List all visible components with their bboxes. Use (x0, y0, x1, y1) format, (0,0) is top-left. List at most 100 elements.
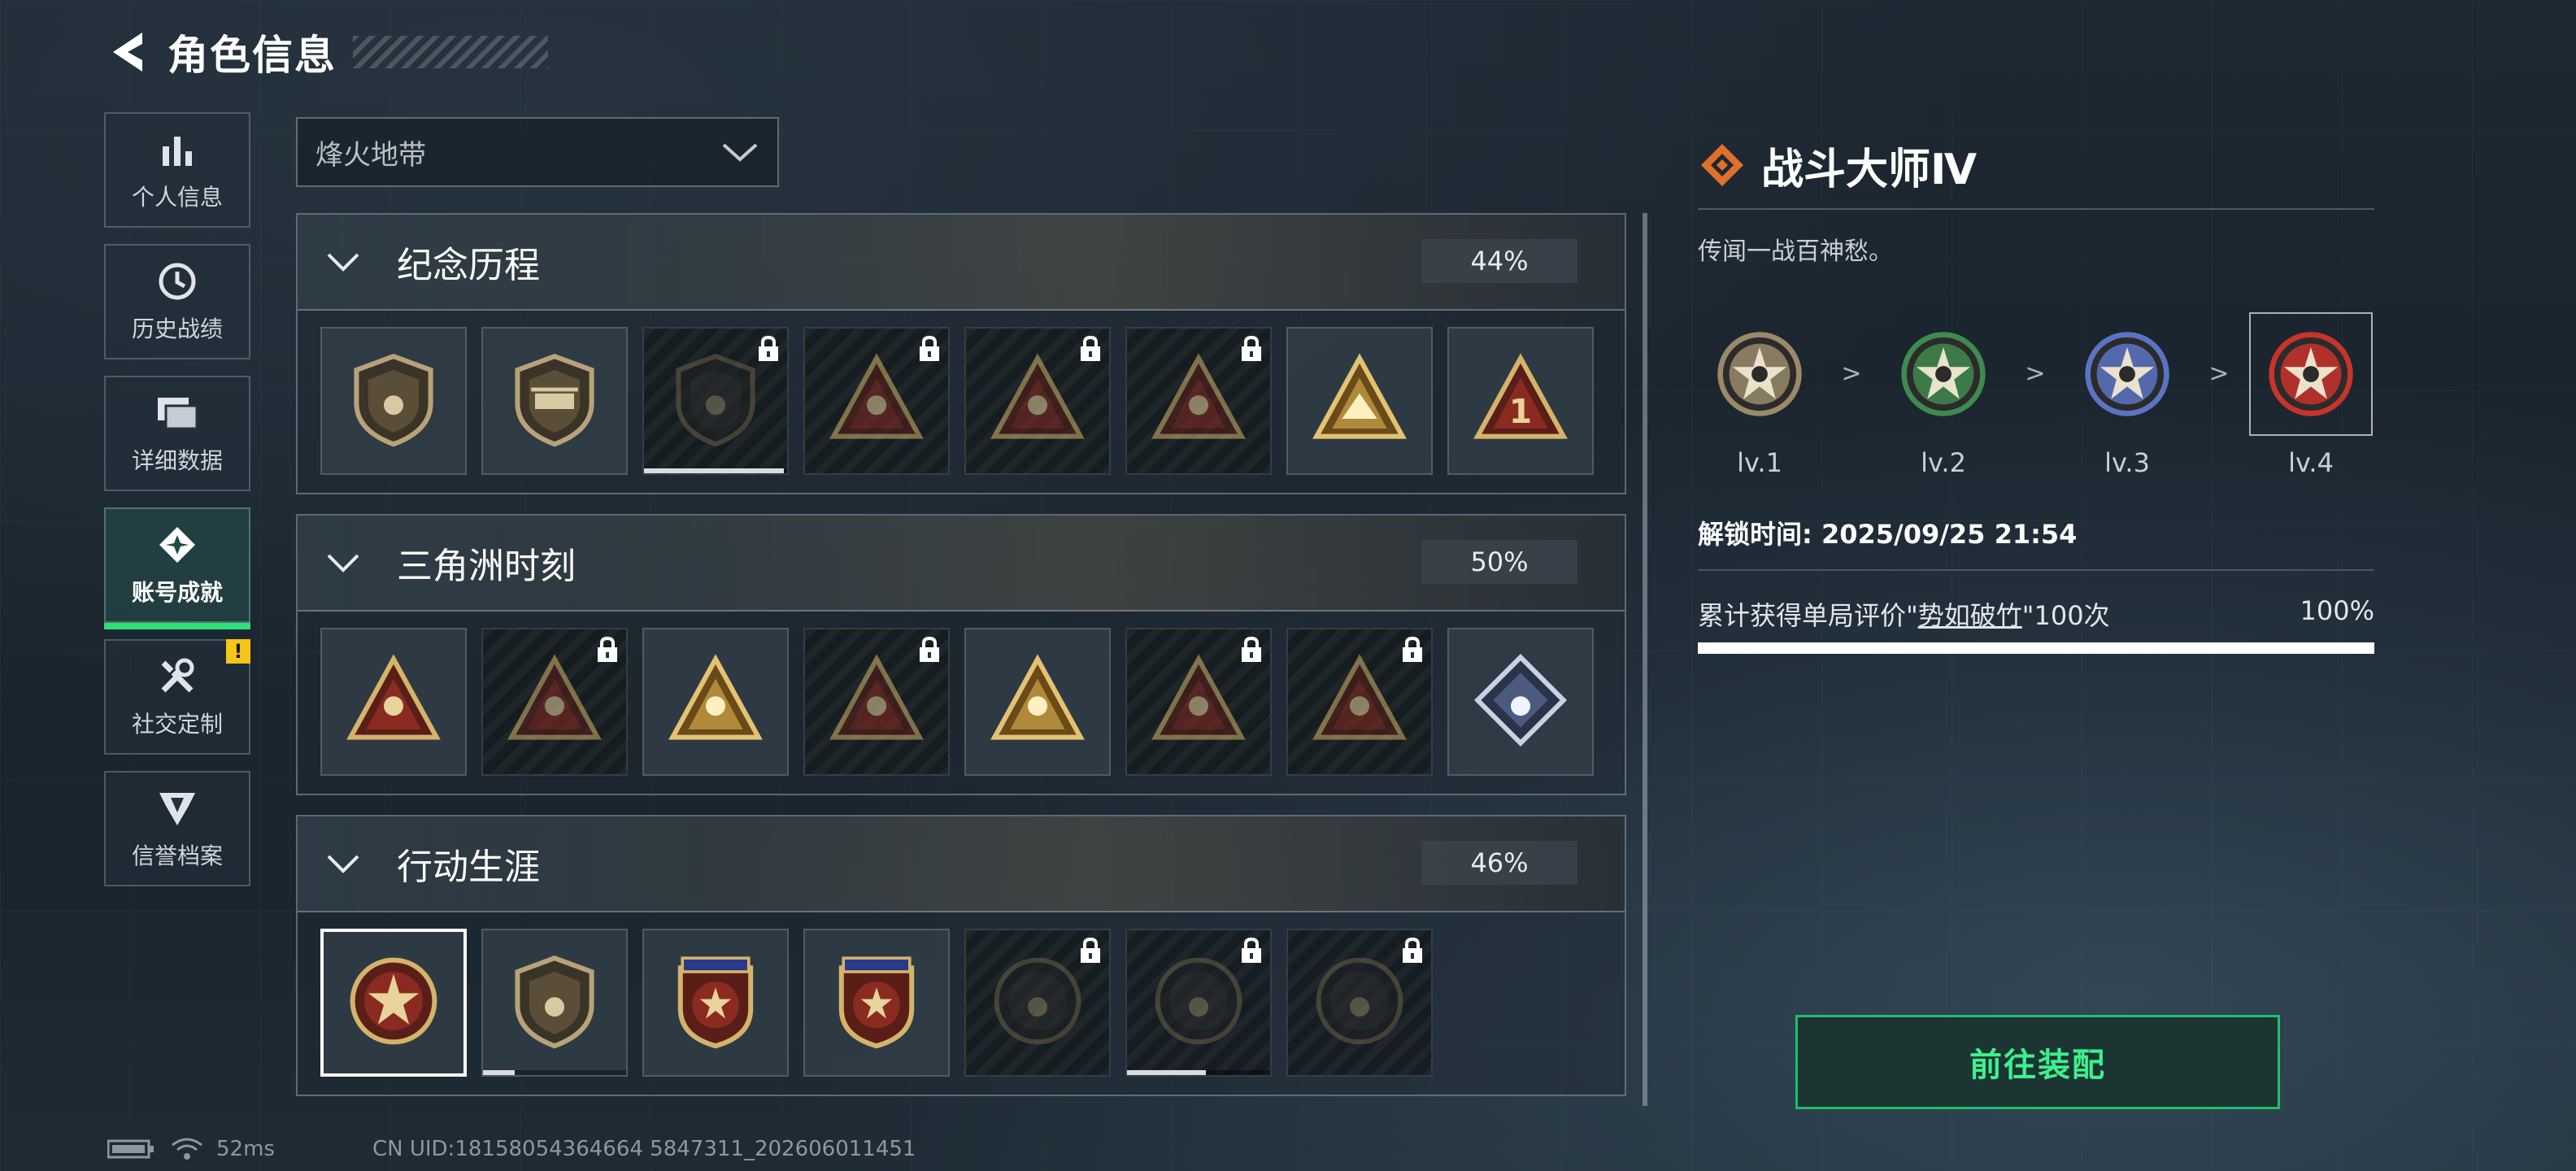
achievement-tile[interactable] (1447, 628, 1594, 776)
sitting-figure-badge-icon (667, 651, 764, 752)
star-diamond-badge-icon (828, 952, 925, 1053)
scrollbar[interactable] (1643, 213, 1647, 1106)
dropdown-value: 烽火地带 (315, 138, 426, 172)
sidebar: 个人信息 历史战绩 详细数据 账号成就 ! 社交定制 信誉档案 (104, 112, 254, 903)
lock-icon (1078, 335, 1103, 366)
level-arrow: > (2025, 359, 2046, 388)
sidebar-item-social-custom[interactable]: ! 社交定制 (104, 639, 250, 755)
detail-title: 战斗大师Ⅳ (1761, 145, 1978, 194)
sidebar-item-detailed-data[interactable]: 详细数据 (104, 376, 250, 491)
beast-badge-icon (828, 651, 925, 752)
achievement-tile[interactable] (803, 628, 950, 776)
svg-text:1: 1 (1509, 392, 1532, 431)
chevron-down-icon[interactable] (319, 551, 368, 575)
star-shield-badge-icon (667, 952, 764, 1053)
condition-percent: 100% (2300, 595, 2374, 626)
chevron-down-icon[interactable] (319, 250, 368, 274)
bar-chart-icon (155, 128, 199, 172)
achievement-tile[interactable] (481, 929, 628, 1077)
battery-icon (107, 1139, 154, 1159)
crossed-rifles-badge-icon (1150, 350, 1247, 451)
section-header[interactable]: 三角洲时刻 50% (298, 516, 1625, 612)
level-item[interactable]: lv.2 (1882, 312, 2005, 478)
section-header[interactable]: 行动生涯 46% (298, 816, 1625, 912)
orbit-medal-badge-icon (989, 952, 1086, 1053)
achievement-tile[interactable]: 1 (1447, 327, 1594, 475)
lock-icon (1239, 636, 1264, 667)
unlock-time: 解锁时间: 2025/09/25 21:54 (1698, 514, 2374, 571)
fish-badge-icon (1311, 651, 1408, 752)
achievement-tile[interactable] (1286, 327, 1433, 475)
tools-icon (155, 655, 199, 699)
achievement-tile[interactable] (642, 929, 789, 1077)
achievement-tile[interactable] (803, 929, 950, 1077)
mode-dropdown[interactable]: 烽火地带 (296, 117, 779, 187)
sidebar-item-history[interactable]: 历史战绩 (104, 244, 250, 359)
eye-medal-badge-icon (1311, 952, 1408, 1053)
tower-badge-icon (506, 651, 603, 752)
achievement-tile[interactable] (320, 628, 467, 776)
achievement-tile[interactable] (1286, 628, 1433, 776)
section-header[interactable]: 纪念历程 44% (298, 215, 1625, 311)
sidebar-item-achievements[interactable]: 账号成就 (104, 507, 250, 629)
achievement-tile[interactable] (964, 929, 1111, 1077)
level-item[interactable]: lv.3 (2065, 312, 2189, 478)
section-percent: 50% (1421, 540, 1577, 584)
level-item[interactable]: lv.1 (1698, 312, 1821, 478)
sidebar-item-label: 社交定制 (131, 711, 223, 738)
chevron-down-icon[interactable] (319, 851, 368, 876)
lock-icon (1239, 937, 1264, 968)
level-arrow: > (1841, 359, 1862, 388)
achievement-tile[interactable] (803, 327, 950, 475)
sidebar-item-label: 账号成就 (131, 579, 223, 606)
level-badge-icon (1717, 332, 1802, 416)
hex-emblem-badge-icon (667, 350, 764, 451)
tile-progress-fill (483, 1070, 515, 1075)
achievement-tile[interactable] (1125, 327, 1272, 475)
chevron-down-icon (722, 143, 758, 162)
ping-value: 52ms (216, 1137, 275, 1161)
uid-text: CN UID:18158054364664 5847311_2026060114… (372, 1137, 916, 1161)
sidebar-item-label: 个人信息 (131, 184, 223, 211)
achievement-tile[interactable] (1286, 929, 1433, 1077)
level-badge-icon (2269, 332, 2353, 416)
sidebar-item-personal-info[interactable]: 个人信息 (104, 112, 250, 228)
level-item[interactable]: lv.4 (2249, 312, 2373, 478)
level-badge-icon (2085, 332, 2169, 416)
sidebar-item-label: 详细数据 (131, 447, 223, 474)
wifi-icon (172, 1138, 202, 1160)
go-equip-button[interactable]: 前往装配 (1795, 1015, 2280, 1109)
tile-progress-fill (644, 468, 785, 473)
diamond-rose-badge-icon (1472, 651, 1569, 752)
achievement-tile[interactable] (964, 327, 1111, 475)
usb-drive-badge-icon (345, 651, 442, 752)
dog-badge-icon (1150, 651, 1247, 752)
sidebar-item-credit-record[interactable]: 信誉档案 (104, 771, 250, 886)
achievement-tile[interactable] (320, 929, 467, 1077)
page-title: 角色信息 (168, 32, 337, 79)
combat-master-badge-icon (345, 952, 442, 1053)
back-button[interactable] (104, 23, 153, 81)
achievement-tile[interactable] (481, 628, 628, 776)
achievement-tile[interactable] (481, 327, 628, 475)
achievement-detail: 战斗大师Ⅳ 传闻一战百神愁。 lv.1 > lv.2 > lv.3 > lv.4… (1698, 130, 2374, 654)
achievement-tile[interactable] (642, 327, 789, 475)
achievement-tile[interactable] (964, 628, 1111, 776)
achievement-tile[interactable] (1125, 929, 1272, 1077)
back-arrow-icon (113, 33, 142, 72)
detail-description: 传闻一战百神愁。 (1698, 237, 1893, 266)
hooded-figure-badge-icon (989, 350, 1086, 451)
condition-row: 累计获得单局评价"势如破竹"100次 100% (1698, 595, 2374, 633)
tile-progress-fill (1127, 1070, 1206, 1075)
section-percent: 46% (1421, 841, 1577, 885)
section-title: 行动生涯 (397, 847, 540, 888)
achievement-tile[interactable] (320, 327, 467, 475)
level-label: lv.2 (1921, 447, 1966, 478)
achievement-section: 三角洲时刻 50% (296, 514, 1626, 795)
achievement-tile[interactable] (642, 628, 789, 776)
level-progression: lv.1 > lv.2 > lv.3 > lv.4 (1698, 312, 2374, 478)
number-one-badge-icon: 1 (1472, 350, 1569, 451)
section-badges (298, 612, 1625, 794)
section-percent: 44% (1421, 239, 1577, 283)
achievement-tile[interactable] (1125, 628, 1272, 776)
